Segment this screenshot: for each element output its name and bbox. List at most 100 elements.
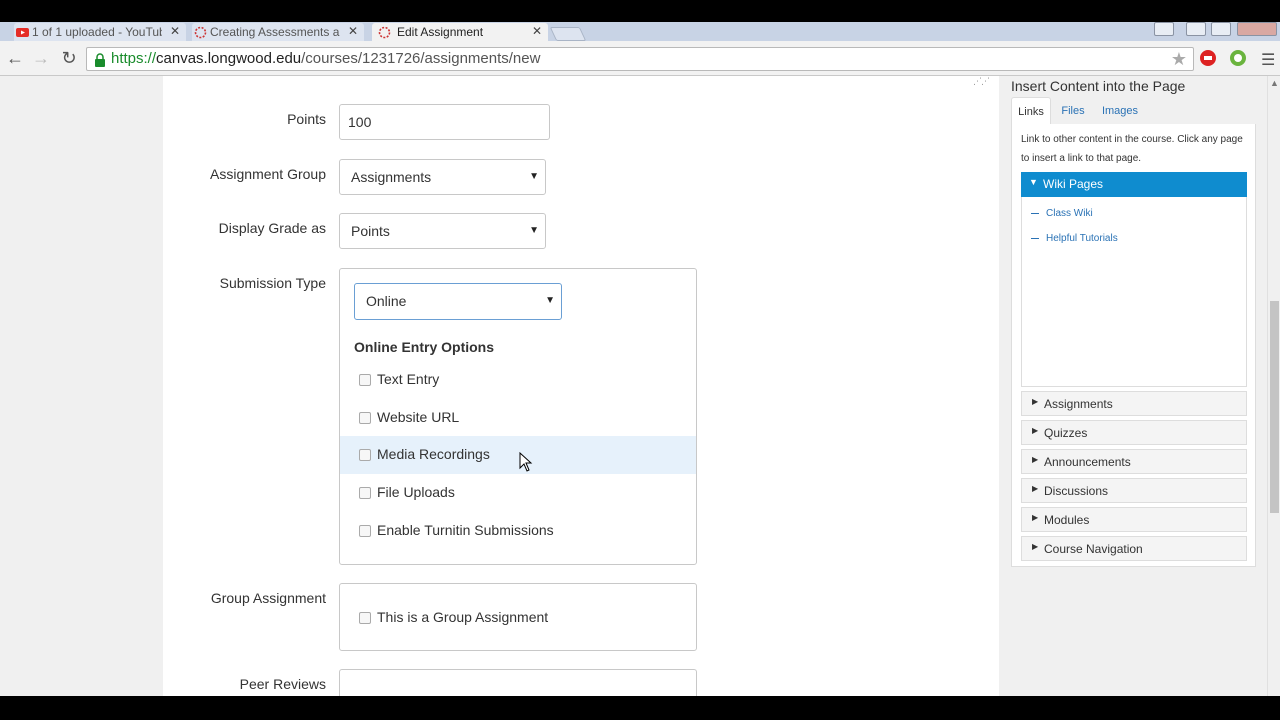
url-scheme: https://	[111, 50, 157, 67]
section-label: Discussions	[1044, 484, 1109, 498]
option-label: Website URL	[377, 409, 460, 425]
extension-green-icon[interactable]	[1229, 49, 1247, 72]
scrollbar-thumb[interactable]	[1270, 301, 1279, 513]
caret-down-icon: ▼	[1029, 177, 1038, 187]
back-arrow-icon[interactable]: ←	[4, 47, 26, 69]
sidebar-body: Link to other content in the course. Cli…	[1011, 124, 1256, 567]
url-path: /courses/1231726/assignments/new	[301, 50, 541, 67]
insert-content-panel: Links Files Images Link to other content…	[1011, 97, 1256, 567]
section-course-navigation[interactable]: ▶ Course Navigation	[1021, 536, 1247, 561]
user-profile-icon[interactable]	[1154, 22, 1174, 36]
wiki-item-label: Helpful Tutorials	[1046, 233, 1118, 244]
checkbox[interactable]	[359, 449, 371, 461]
select-value: Online	[366, 293, 407, 309]
points-input[interactable]: 100	[339, 104, 550, 140]
option-label: Enable Turnitin Submissions	[377, 522, 554, 538]
close-icon[interactable]: ✕	[532, 24, 542, 38]
peer-reviews-box	[339, 669, 697, 696]
option-turnitin[interactable]: Enable Turnitin Submissions	[340, 512, 696, 550]
reload-icon[interactable]: ↻	[58, 47, 80, 69]
minimize-button[interactable]	[1186, 22, 1206, 36]
youtube-icon	[16, 26, 29, 39]
wiki-item-helpful-tutorials[interactable]: Helpful Tutorials	[1031, 233, 1118, 244]
maximize-button[interactable]	[1211, 22, 1231, 36]
page-scrollbar[interactable]: ▲	[1267, 76, 1280, 696]
canvas-loading-icon	[378, 26, 391, 39]
menu-icon[interactable]: ☰	[1261, 50, 1275, 70]
option-label: This is a Group Assignment	[377, 609, 549, 625]
tab-title: Creating Assessments and	[210, 25, 340, 39]
browser-tabstrip: 1 of 1 uploaded - YouTub ✕ Creating Asse…	[0, 22, 1280, 42]
dropdown-arrow-icon: ▼	[545, 295, 555, 306]
option-label: Media Recordings	[377, 446, 490, 462]
tab-title: Edit Assignment	[397, 25, 484, 39]
browser-toolbar: ← → ↻ https://canvas.longwood.edu/course…	[0, 41, 1280, 76]
forward-arrow-icon[interactable]: →	[30, 47, 52, 69]
wiki-pages-header[interactable]: ▼ Wiki Pages	[1021, 172, 1247, 197]
option-label: File Uploads	[377, 484, 455, 500]
section-label: Quizzes	[1044, 426, 1088, 440]
display-grade-select[interactable]: Points ▼	[339, 213, 546, 249]
tab-youtube[interactable]: 1 of 1 uploaded - YouTub ✕	[14, 23, 186, 42]
tab-title: 1 of 1 uploaded - YouTub	[32, 25, 162, 39]
star-icon[interactable]: ★	[1171, 48, 1187, 70]
caret-right-icon: ▶	[1032, 455, 1039, 464]
section-label: Modules	[1044, 513, 1090, 527]
canvas-loading-icon	[194, 26, 207, 39]
assignment-group-select[interactable]: Assignments ▼	[339, 159, 546, 195]
section-discussions[interactable]: ▶ Discussions	[1021, 478, 1247, 503]
option-group-assignment[interactable]: This is a Group Assignment	[340, 599, 696, 637]
option-media-recordings[interactable]: Media Recordings	[340, 436, 696, 474]
wiki-item-label: Class Wiki	[1046, 208, 1093, 219]
section-quizzes[interactable]: ▶ Quizzes	[1021, 420, 1247, 445]
checkbox[interactable]	[359, 374, 371, 386]
extension-stop-icon[interactable]	[1199, 49, 1217, 72]
address-bar[interactable]: https://canvas.longwood.edu/courses/1231…	[86, 47, 1194, 71]
url-host: canvas.longwood.edu	[156, 50, 302, 67]
group-assignment-label: Group Assignment	[210, 590, 326, 606]
caret-right-icon: ▶	[1032, 542, 1039, 551]
submission-type-select[interactable]: Online ▼	[354, 283, 562, 320]
bottom-letterbox	[0, 696, 1280, 720]
assignment-group-label: Assignment Group	[210, 166, 326, 182]
section-assignments[interactable]: ▶ Assignments	[1021, 391, 1247, 416]
section-modules[interactable]: ▶ Modules	[1021, 507, 1247, 532]
select-value: Points	[351, 223, 390, 239]
group-assignment-box: This is a Group Assignment	[339, 583, 697, 651]
option-website-url[interactable]: Website URL	[340, 399, 696, 437]
select-value: Assignments	[351, 169, 432, 185]
tab-links[interactable]: Links	[1011, 97, 1051, 125]
wiki-item-class-wiki[interactable]: Class Wiki	[1031, 208, 1093, 219]
checkbox[interactable]	[359, 525, 371, 537]
submission-type-label: Submission Type	[219, 275, 326, 291]
new-tab-button[interactable]	[549, 27, 587, 41]
checkbox[interactable]	[359, 412, 371, 424]
tab-edit-assignment[interactable]: Edit Assignment ✕	[372, 23, 548, 42]
checkbox[interactable]	[359, 612, 371, 624]
section-announcements[interactable]: ▶ Announcements	[1021, 449, 1247, 474]
section-label: Announcements	[1044, 455, 1131, 469]
scroll-up-icon[interactable]: ▲	[1270, 78, 1279, 88]
tab-creating-assessments[interactable]: Creating Assessments and ✕	[192, 23, 364, 42]
points-label: Points	[287, 111, 326, 127]
close-icon[interactable]: ✕	[170, 24, 180, 38]
online-entry-options-title: Online Entry Options	[354, 339, 495, 355]
wiki-pages-list: Class Wiki Helpful Tutorials	[1021, 197, 1247, 387]
caret-right-icon: ▶	[1032, 513, 1039, 522]
sidebar-title: Insert Content into the Page	[1011, 78, 1186, 94]
lock-icon	[94, 52, 106, 74]
window-close-button[interactable]	[1237, 22, 1277, 36]
option-text-entry[interactable]: Text Entry	[340, 361, 696, 399]
tab-files[interactable]: Files	[1055, 97, 1091, 125]
option-label: Text Entry	[377, 371, 440, 387]
resize-grip-icon[interactable]: ⋰⋰	[973, 76, 990, 87]
tab-images[interactable]: Images	[1097, 97, 1143, 125]
caret-right-icon: ▶	[1032, 426, 1039, 435]
dropdown-arrow-icon: ▼	[529, 171, 539, 182]
checkbox[interactable]	[359, 487, 371, 499]
close-icon[interactable]: ✕	[348, 24, 358, 38]
caret-right-icon: ▶	[1032, 397, 1039, 406]
submission-type-box: Online ▼ Online Entry Options Text Entry…	[339, 268, 697, 565]
sidebar-description: Link to other content in the course. Cli…	[1021, 134, 1243, 164]
option-file-uploads[interactable]: File Uploads	[340, 474, 696, 512]
